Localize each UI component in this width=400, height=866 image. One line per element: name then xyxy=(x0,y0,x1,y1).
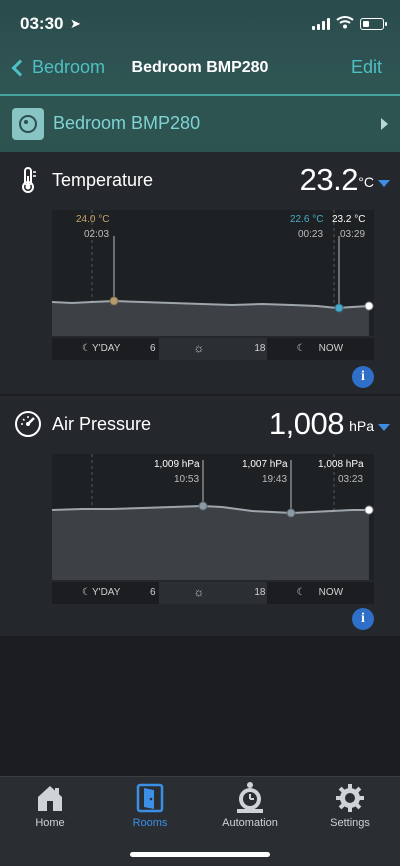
axis-18: 18 xyxy=(254,587,266,598)
pressure-dropdown-icon[interactable] xyxy=(378,424,390,431)
temperature-axis: ☾ Y'DAY 6 ☼ 18 ☾ NOW xyxy=(52,338,374,360)
current-time: 03:29 xyxy=(340,229,366,240)
status-bar: 03:30 ➤ xyxy=(0,12,400,38)
axis-yday: Y'DAY xyxy=(92,343,121,354)
axis-now: NOW xyxy=(318,343,344,354)
tab-automation[interactable]: Automation xyxy=(200,777,300,837)
tab-home-label: Home xyxy=(35,817,65,829)
temperature-unit: °C xyxy=(358,174,374,190)
max-value: 1,009 hPa xyxy=(154,459,200,470)
back-label: Bedroom xyxy=(32,57,106,77)
header: 03:30 ➤ Bedroom Bedroom BMP280 Edit Bedr… xyxy=(0,0,400,152)
battery-icon xyxy=(360,18,387,30)
edit-button[interactable]: Edit xyxy=(351,57,382,78)
room-name: Bedroom BMP280 xyxy=(53,113,201,133)
nav-bar: Bedroom Bedroom BMP280 Edit xyxy=(0,55,400,87)
pressure-info-button[interactable]: i xyxy=(352,608,374,630)
min-value: 22.6 °C xyxy=(290,214,324,225)
tab-home[interactable]: Home xyxy=(0,777,100,837)
axis-6: 6 xyxy=(150,343,156,354)
temperature-dropdown-icon[interactable] xyxy=(378,180,390,187)
current-time: 03:23 xyxy=(338,474,364,485)
signal-icon xyxy=(312,18,330,30)
pressure-value: 1,008 xyxy=(268,406,345,441)
sun-icon: ☼ xyxy=(193,341,205,355)
current-marker xyxy=(364,505,374,515)
tab-settings-label: Settings xyxy=(330,817,370,829)
max-value: 24.0 °C xyxy=(76,214,110,225)
min-time: 00:23 xyxy=(298,229,324,240)
moon-icon: ☾ xyxy=(82,343,91,354)
axis-18: 18 xyxy=(254,343,266,354)
tab-automation-label: Automation xyxy=(222,817,278,829)
current-marker xyxy=(364,301,374,311)
pressure-chart[interactable]: 1,009 hPa 10:53 1,007 hPa 19:43 1,008 hP… xyxy=(52,454,374,580)
max-time: 10:53 xyxy=(174,474,200,485)
axis-yday: Y'DAY xyxy=(92,587,121,598)
min-time: 19:43 xyxy=(262,474,288,485)
pressure-unit: hPa xyxy=(349,418,374,434)
min-marker xyxy=(334,303,344,313)
home-indicator[interactable] xyxy=(130,852,270,857)
pressure-label: Air Pressure xyxy=(52,414,152,434)
current-value: 1,008 hPa xyxy=(318,459,364,470)
temperature-info-button[interactable]: i xyxy=(352,366,374,388)
moon-icon: ☾ xyxy=(296,587,306,598)
gear-icon xyxy=(336,784,364,812)
status-time: 03:30 xyxy=(20,14,64,33)
pressure-panel: Air Pressure 1,008 hPa 1,009 hPa 10:53 1… xyxy=(0,396,400,636)
max-marker xyxy=(109,296,119,306)
location-icon: ➤ xyxy=(70,16,81,31)
sun-icon: ☼ xyxy=(193,585,205,599)
min-marker xyxy=(286,508,296,518)
temperature-panel: Temperature 23.2 °C 24.0 °C 02:03 22.6 °… xyxy=(0,152,400,394)
chevron-right-icon xyxy=(381,118,388,130)
tab-rooms-label: Rooms xyxy=(132,817,168,829)
temperature-value: 23.2 xyxy=(299,162,359,197)
max-time: 02:03 xyxy=(84,229,110,240)
moon-icon: ☾ xyxy=(296,343,306,354)
pressure-area xyxy=(52,506,369,580)
room-row[interactable]: Bedroom BMP280 xyxy=(0,96,400,152)
door-icon xyxy=(136,783,164,813)
max-marker xyxy=(198,501,208,511)
back-button[interactable]: Bedroom xyxy=(8,57,105,78)
wifi-icon xyxy=(336,15,354,33)
axis-now: NOW xyxy=(318,587,344,598)
sensor-icon xyxy=(12,108,44,140)
chevron-left-icon xyxy=(11,59,29,76)
thermometer-icon xyxy=(22,167,36,193)
moon-icon: ☾ xyxy=(82,587,91,598)
tab-settings[interactable]: Settings xyxy=(300,777,400,837)
temperature-chart[interactable]: 24.0 °C 02:03 22.6 °C 00:23 23.2 °C 03:2… xyxy=(52,210,374,336)
current-value: 23.2 °C xyxy=(332,214,366,225)
gauge-icon xyxy=(15,411,41,437)
temperature-label: Temperature xyxy=(52,170,154,190)
pressure-axis: ☾ Y'DAY 6 ☼ 18 ☾ NOW xyxy=(52,582,374,604)
robot-icon xyxy=(237,782,263,813)
home-icon xyxy=(38,786,62,811)
tab-rooms[interactable]: Rooms xyxy=(100,777,200,837)
min-value: 1,007 hPa xyxy=(242,459,288,470)
axis-6: 6 xyxy=(150,587,156,598)
